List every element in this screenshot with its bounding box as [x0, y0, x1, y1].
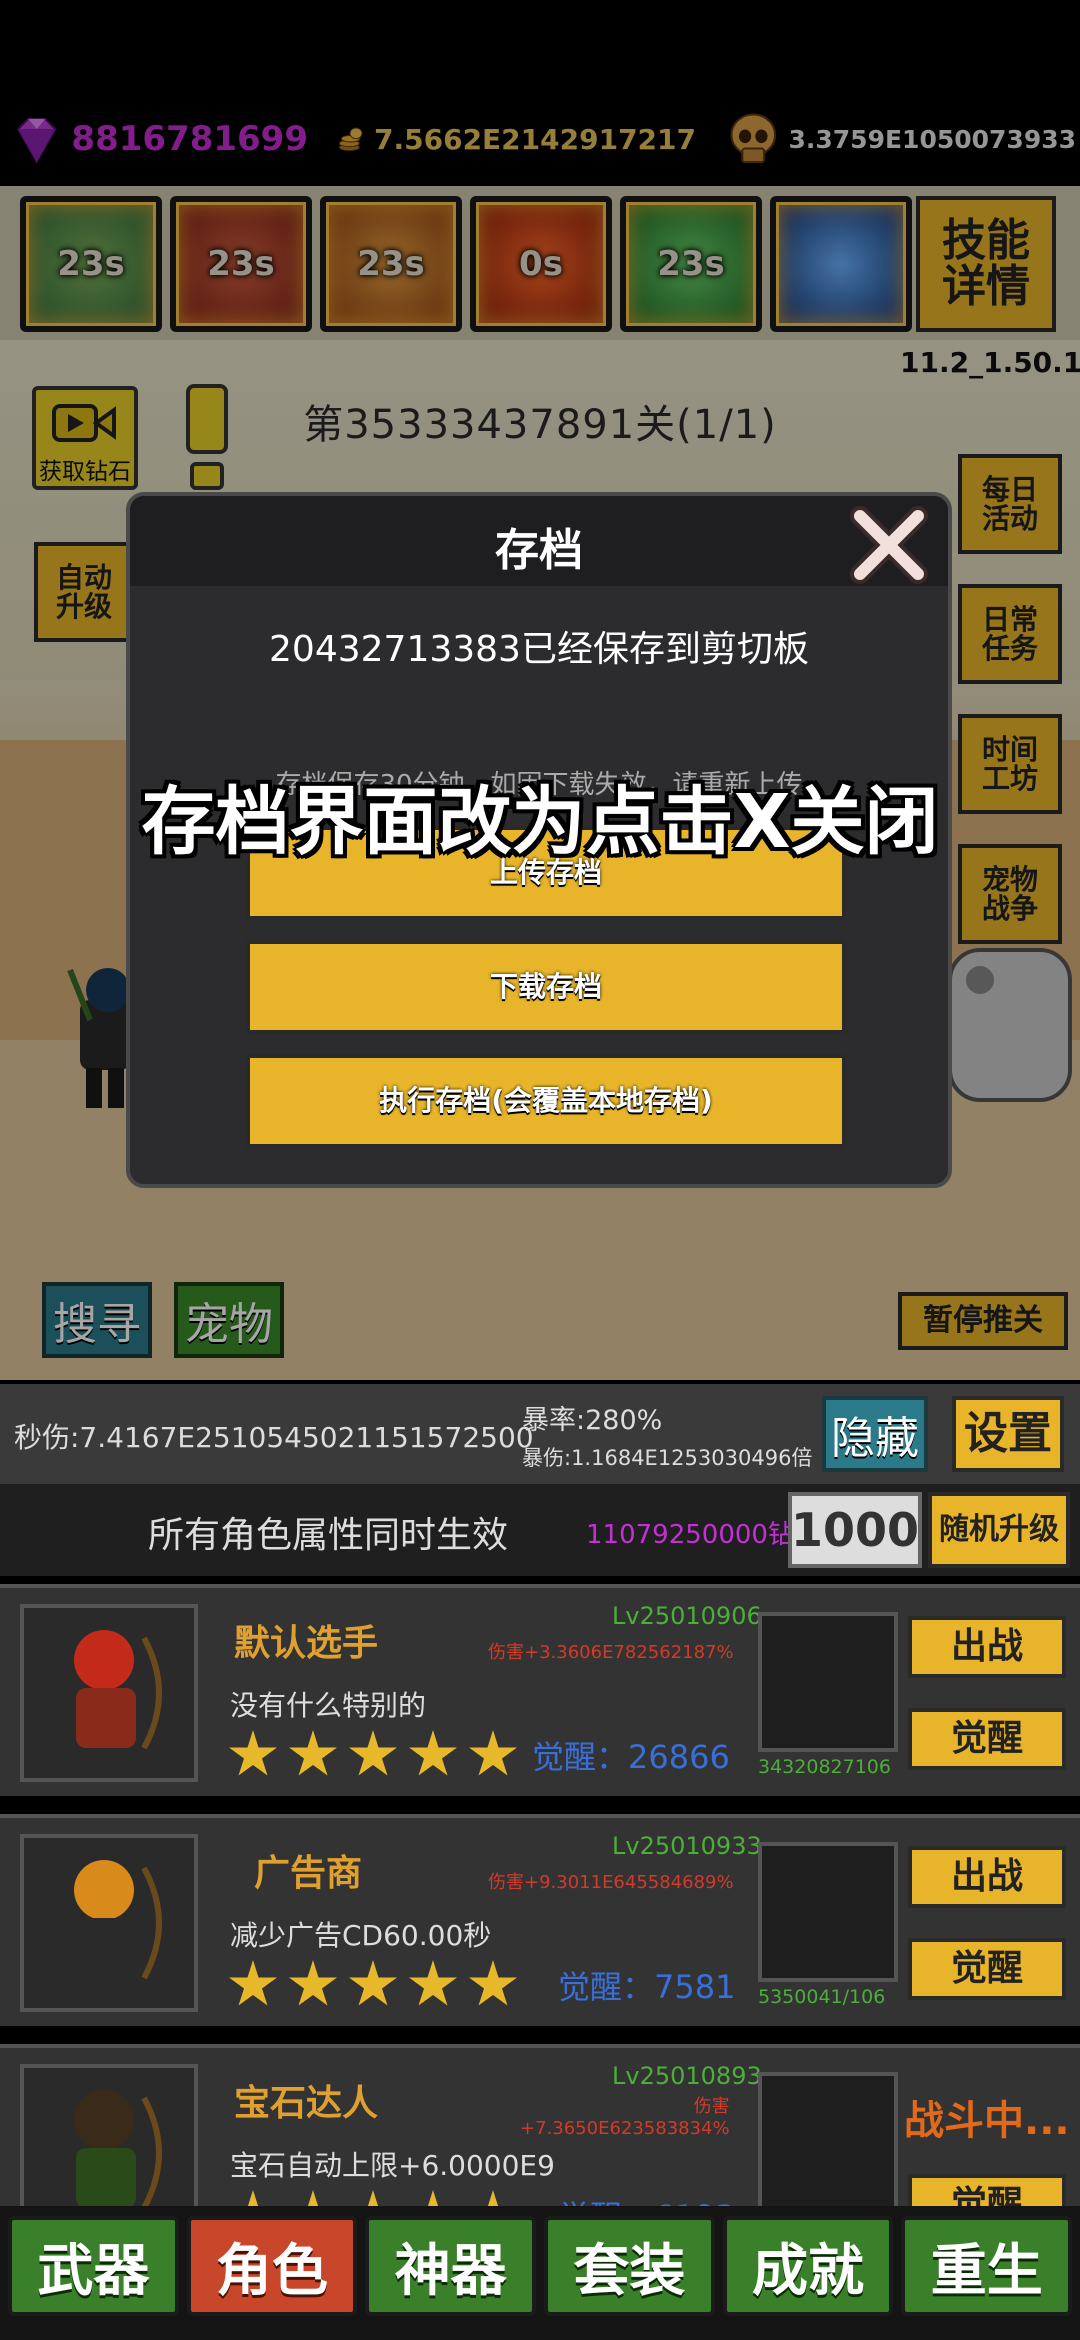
archer-orange-icon: [74, 1860, 162, 1980]
nav-sets[interactable]: 套装: [544, 2216, 715, 2316]
character-portrait: [20, 2064, 198, 2206]
character-name: 宝石达人: [234, 2083, 379, 2124]
save-code-message: 20432713383已经保存到剪切板: [269, 629, 809, 670]
character-card: 默认选手 Lv25010906 伤害+3.3606E782562187% 没有什…: [0, 1584, 1080, 1796]
awaken-button[interactable]: 觉醒: [908, 2174, 1066, 2206]
dialog-header: 存档: [130, 496, 948, 586]
character-portrait: [20, 1604, 198, 1782]
character-desc: 没有什么特别的: [230, 1689, 427, 1722]
star-icon: [469, 1730, 517, 1776]
settings-button[interactable]: 设置: [952, 1396, 1064, 1472]
nav-characters[interactable]: 角色: [186, 2216, 358, 2316]
star-icon: [289, 1730, 337, 1776]
nav-artifacts[interactable]: 神器: [365, 2216, 537, 2316]
awaken-count: 觉醒：6193: [558, 2192, 735, 2206]
deploy-button[interactable]: 出战: [908, 1616, 1066, 1678]
nav-achievements[interactable]: 成就: [722, 2216, 894, 2316]
game-screen: 8816781699 7.5662E2142917217 3.3759E1050…: [0, 0, 1080, 2340]
download-save-button[interactable]: 下载存档: [246, 940, 846, 1034]
character-desc: 减少广告CD60.00秒: [230, 1919, 492, 1952]
mini-stat: 34320827106: [758, 1756, 891, 1778]
star-icon: [409, 1730, 457, 1776]
in-battle-status: 战斗中...: [904, 2098, 1070, 2144]
star-icon: [469, 2190, 517, 2206]
star-rating: [228, 1960, 518, 2010]
awaken-count: 觉醒：7581: [558, 1968, 736, 2006]
mini-stat: 5350041/106: [758, 1986, 886, 2008]
star-rating: [228, 2190, 518, 2206]
stats-bar: 秒伤:7.4167E2510545021151572500 暴率:280% 暴伤…: [0, 1384, 1080, 1484]
awaken-button[interactable]: 觉醒: [908, 1708, 1066, 1770]
star-icon: [289, 1960, 337, 2006]
star-rating: [228, 1730, 518, 1780]
crit-damage-label: 暴伤:1.1684E1253030496倍: [522, 1446, 813, 1470]
star-icon: [349, 1960, 397, 2006]
damage-bonus: 伤害 +7.3650E623583834%: [520, 2096, 730, 2139]
star-icon: [409, 1960, 457, 2006]
effect-bar: 所有角色属性同时生效 11079250000钻 1000 随机升级: [0, 1484, 1080, 1576]
character-card: 宝石达人 Lv25010893 伤害 +7.3650E623583834% 宝石…: [0, 2044, 1080, 2206]
close-icon[interactable]: [844, 500, 934, 590]
character-level: Lv25010893: [612, 2062, 762, 2090]
dps-label: 秒伤:7.4167E2510545021151572500: [14, 1421, 534, 1454]
star-icon: [469, 1960, 517, 2006]
archer-red-icon: [74, 1630, 162, 1750]
mini-portrait: [758, 1842, 898, 1982]
crit-rate-label: 暴率:280%: [522, 1405, 663, 1436]
star-icon: [349, 1730, 397, 1776]
video-caption: 存档界面改为点击X关闭: [141, 779, 939, 865]
star-icon: [229, 2190, 277, 2206]
star-icon: [229, 1730, 277, 1776]
star-icon: [229, 1960, 277, 2006]
hide-button[interactable]: 隐藏: [822, 1396, 928, 1472]
upgrade-amount-field[interactable]: 1000: [788, 1492, 922, 1568]
nav-weapons[interactable]: 武器: [8, 2216, 179, 2316]
star-icon: [349, 2190, 397, 2206]
awaken-button[interactable]: 觉醒: [908, 1938, 1066, 2000]
star-icon: [289, 2190, 337, 2206]
damage-bonus: 伤害+9.3011E645584689%: [488, 1872, 734, 1893]
archer-green-icon: [74, 2090, 162, 2206]
effect-label: 所有角色属性同时生效: [148, 1515, 509, 1556]
deploy-button[interactable]: 出战: [908, 1846, 1066, 1908]
nav-rebirth[interactable]: 重生: [901, 2216, 1073, 2316]
mini-portrait: [758, 1612, 898, 1752]
character-level: Lv25010933: [612, 1832, 762, 1860]
character-name: 默认选手: [234, 1623, 379, 1664]
character-name: 广告商: [254, 1853, 363, 1894]
bottom-nav: 武器 角色 神器 套装 成就 重生: [0, 2206, 1080, 2340]
awaken-count: 觉醒：26866: [532, 1738, 730, 1776]
character-card: 广告商 Lv25010933 伤害+9.3011E645584689% 减少广告…: [0, 1814, 1080, 2026]
character-level: Lv25010906: [612, 1602, 762, 1630]
dialog-title: 存档: [495, 525, 583, 576]
star-icon: [409, 2190, 457, 2206]
apply-save-button[interactable]: 执行存档(会覆盖本地存档): [246, 1054, 846, 1148]
random-upgrade-button[interactable]: 随机升级: [928, 1492, 1070, 1568]
damage-bonus: 伤害+3.3606E782562187%: [488, 1642, 734, 1663]
character-portrait: [20, 1834, 198, 2012]
mini-portrait: [758, 2072, 898, 2206]
character-desc: 宝石自动上限+6.0000E9: [230, 2149, 555, 2182]
upgrade-cost: 11079250000钻: [586, 1520, 794, 1550]
